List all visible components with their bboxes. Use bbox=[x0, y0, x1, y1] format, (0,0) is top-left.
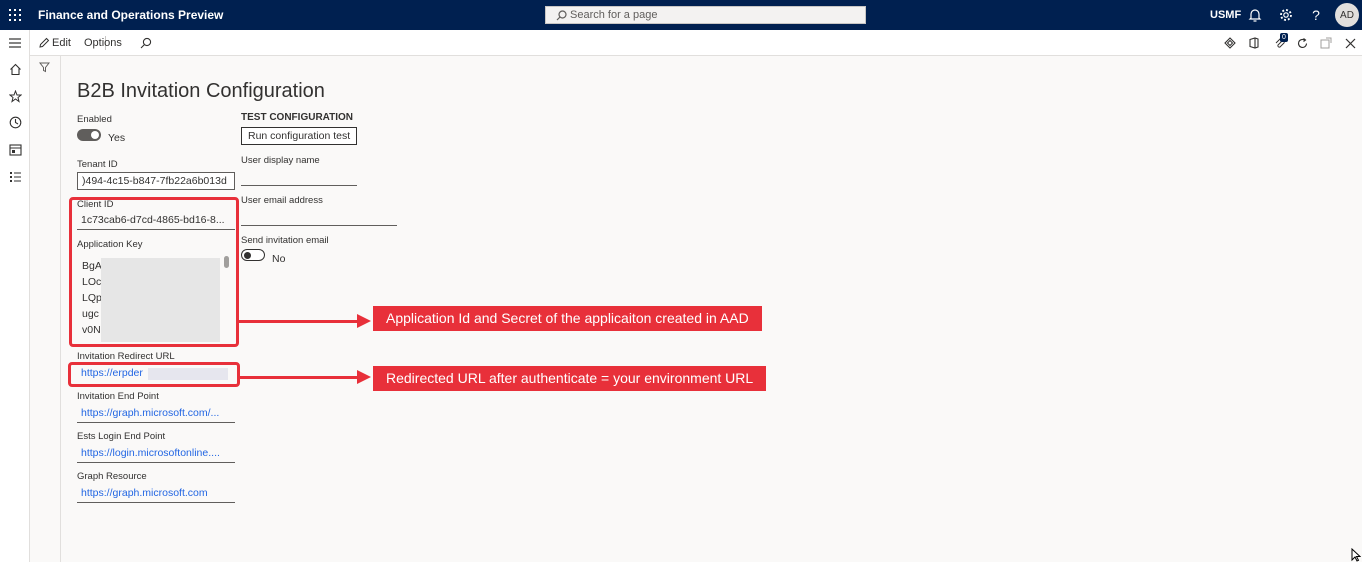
avatar[interactable]: AD bbox=[1335, 3, 1359, 27]
office-icon[interactable] bbox=[1246, 35, 1262, 51]
left-nav bbox=[0, 30, 30, 562]
arrow-icon bbox=[240, 370, 371, 384]
home-icon[interactable] bbox=[7, 61, 23, 77]
diamond-icon[interactable] bbox=[1222, 35, 1238, 51]
display-name-field[interactable] bbox=[241, 168, 357, 186]
company-picker[interactable]: USMF bbox=[1210, 9, 1241, 21]
email-label: User email address bbox=[241, 195, 323, 206]
close-icon[interactable] bbox=[1342, 35, 1358, 51]
refresh-icon[interactable] bbox=[1294, 35, 1310, 51]
edit-button[interactable]: Edit bbox=[38, 37, 71, 49]
search-placeholder: Search for a page bbox=[570, 9, 658, 21]
graph-resource-label: Graph Resource bbox=[77, 471, 147, 482]
display-name-label: User display name bbox=[241, 155, 320, 166]
edit-label: Edit bbox=[52, 37, 71, 49]
search-input[interactable]: Search for a page bbox=[545, 6, 866, 24]
gear-icon[interactable] bbox=[1278, 7, 1294, 23]
enabled-label: Enabled bbox=[77, 114, 112, 125]
callout-label: Redirected URL after authenticate = your… bbox=[373, 366, 767, 391]
ests-field[interactable]: https://login.microsoftonline.... bbox=[77, 445, 235, 463]
ests-label: Ests Login End Point bbox=[77, 431, 166, 442]
page-title: B2B Invitation Configuration bbox=[77, 80, 325, 102]
top-bar: Finance and Operations Preview Search fo… bbox=[0, 0, 1362, 30]
filter-icon[interactable] bbox=[39, 62, 50, 73]
enabled-value: Yes bbox=[108, 132, 126, 144]
notification-badge: 0 bbox=[1280, 33, 1288, 42]
hamburger-icon[interactable] bbox=[7, 35, 23, 51]
send-email-toggle[interactable] bbox=[241, 249, 265, 261]
action-bar: Edit Options 0 bbox=[30, 30, 1362, 56]
app-launcher-icon[interactable] bbox=[9, 9, 21, 21]
mouse-cursor-icon bbox=[1351, 548, 1361, 562]
send-email-value: No bbox=[272, 253, 286, 265]
tenant-id-field[interactable]: )494-4c15-b847-7fb22a6b013d bbox=[77, 172, 235, 190]
open-new-window-icon[interactable] bbox=[1318, 35, 1334, 51]
redirect-url-label: Invitation Redirect URL bbox=[77, 351, 175, 362]
test-config-heading: TEST CONFIGURATION bbox=[241, 112, 354, 123]
bell-icon[interactable] bbox=[1247, 7, 1263, 23]
modules-icon[interactable] bbox=[7, 169, 23, 185]
app-title[interactable]: Finance and Operations Preview bbox=[38, 8, 223, 22]
arrow-icon bbox=[239, 314, 371, 328]
attachments-icon[interactable]: 0 bbox=[1272, 33, 1288, 51]
star-icon[interactable] bbox=[7, 88, 23, 104]
options-button[interactable]: Options bbox=[84, 37, 122, 49]
clock-icon[interactable] bbox=[7, 114, 23, 130]
highlight-box bbox=[69, 197, 239, 347]
search-icon[interactable] bbox=[138, 35, 154, 51]
enabled-toggle[interactable] bbox=[77, 129, 101, 141]
highlight-box bbox=[68, 362, 240, 387]
callout-label: Application Id and Secret of the applica… bbox=[373, 306, 762, 331]
help-icon[interactable]: ? bbox=[1308, 7, 1324, 23]
pencil-icon bbox=[39, 37, 50, 48]
endpoint-label: Invitation End Point bbox=[77, 391, 159, 402]
run-config-test-button[interactable]: Run configuration test bbox=[241, 127, 358, 145]
search-icon bbox=[556, 9, 567, 20]
endpoint-field[interactable]: https://graph.microsoft.com/... bbox=[77, 405, 235, 423]
filter-pane bbox=[30, 56, 61, 562]
graph-resource-field[interactable]: https://graph.microsoft.com bbox=[77, 485, 235, 503]
workspaces-icon[interactable] bbox=[7, 142, 23, 158]
send-email-label: Send invitation email bbox=[241, 235, 329, 246]
tenant-id-label: Tenant ID bbox=[77, 159, 118, 170]
email-field[interactable] bbox=[241, 208, 397, 226]
